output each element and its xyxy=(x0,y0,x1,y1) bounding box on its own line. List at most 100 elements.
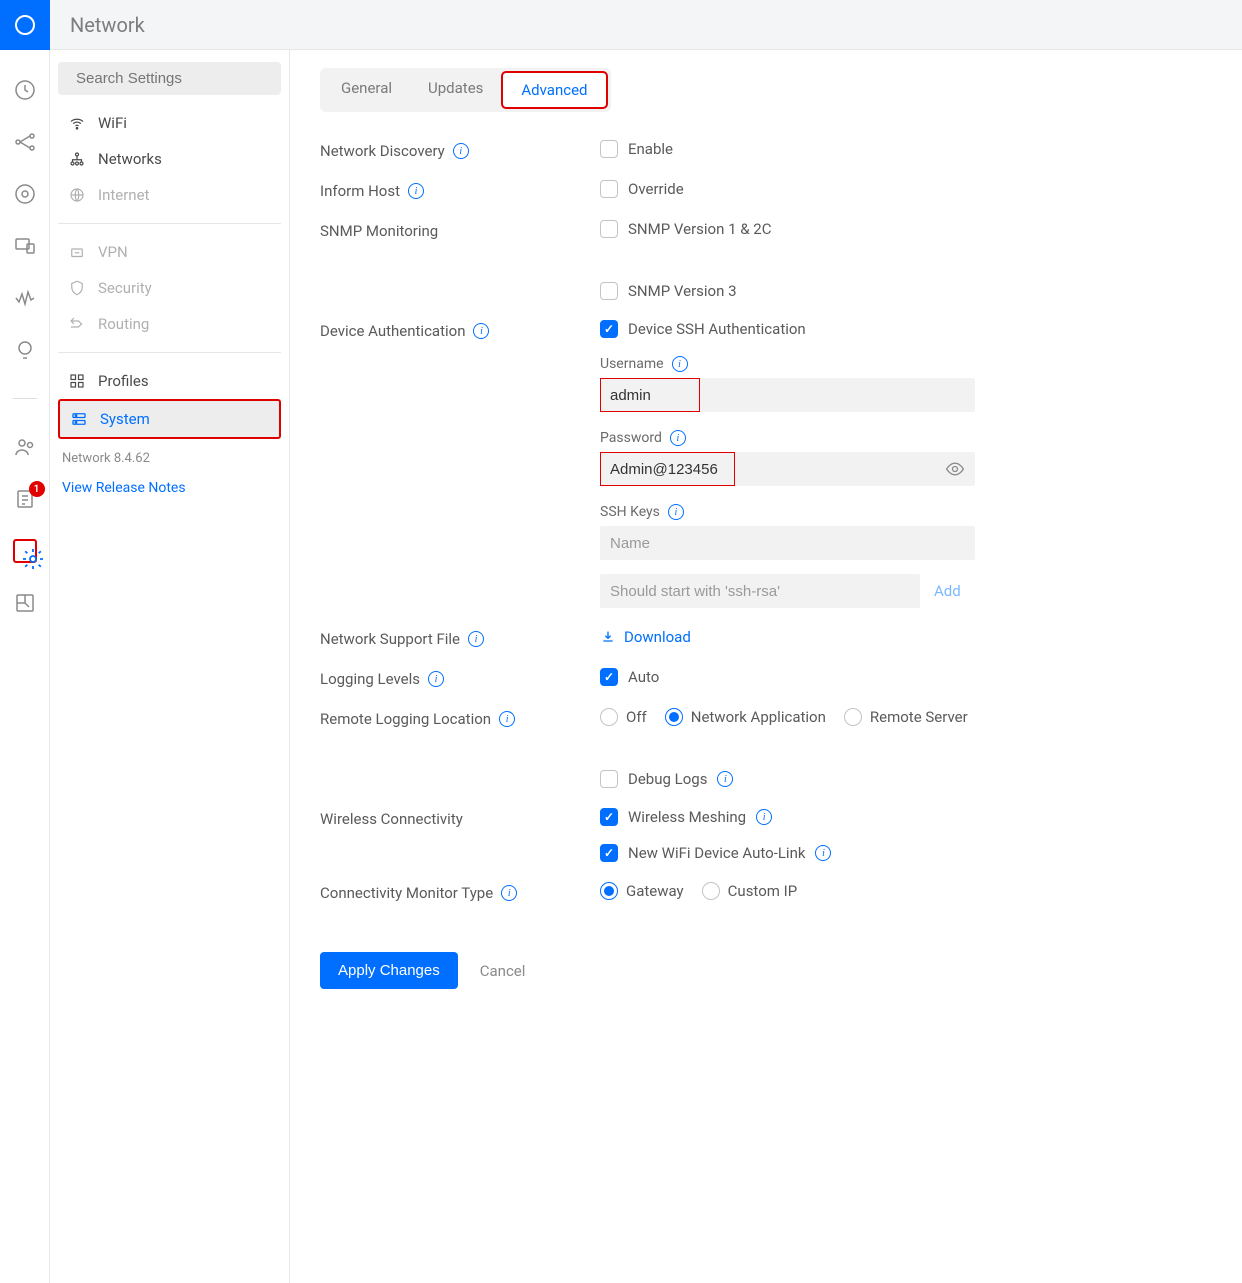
clients-icon[interactable] xyxy=(13,234,37,258)
info-icon[interactable] xyxy=(428,671,444,687)
sidebar-item-wifi[interactable]: WiFi xyxy=(58,105,281,141)
tabs: General Updates Advanced xyxy=(320,68,611,112)
checkbox-auto[interactable] xyxy=(600,668,618,686)
info-icon[interactable] xyxy=(717,771,733,787)
download-link[interactable]: Download xyxy=(600,628,691,646)
icon-rail: 1 xyxy=(0,0,50,1283)
label-password: Password xyxy=(600,430,662,446)
label-inform-host: Inform Host xyxy=(320,182,400,200)
info-icon[interactable] xyxy=(668,504,684,520)
option-snmp-v3: SNMP Version 3 xyxy=(628,282,737,300)
sidebar-item-label: Networks xyxy=(98,150,162,168)
sidebar-item-label: Routing xyxy=(98,315,149,333)
radio-network-app[interactable] xyxy=(665,708,683,726)
tab-updates[interactable]: Updates xyxy=(410,71,501,109)
info-icon[interactable] xyxy=(815,845,831,861)
info-icon[interactable] xyxy=(756,809,772,825)
sidebar-item-internet[interactable]: Internet xyxy=(58,177,281,213)
radio-remote-server[interactable] xyxy=(844,708,862,726)
info-icon[interactable] xyxy=(468,631,484,647)
info-icon[interactable] xyxy=(672,356,688,372)
eye-icon[interactable] xyxy=(945,459,965,479)
checkbox-override[interactable] xyxy=(600,180,618,198)
checkbox-snmp-v12c[interactable] xyxy=(600,220,618,238)
users-icon[interactable] xyxy=(13,435,37,459)
sidebar-item-system[interactable]: System xyxy=(58,399,281,439)
label-logging-levels: Logging Levels xyxy=(320,670,420,688)
username-input[interactable] xyxy=(600,378,975,412)
option-enable: Enable xyxy=(628,140,673,158)
add-sshkey-link[interactable]: Add xyxy=(934,582,961,600)
label-conn-monitor: Connectivity Monitor Type xyxy=(320,884,493,902)
sidebar-item-security[interactable]: Security xyxy=(58,270,281,306)
sidebar-item-label: WiFi xyxy=(98,114,127,132)
option-override: Override xyxy=(628,180,684,198)
dashboard-icon[interactable] xyxy=(13,78,37,102)
lightbulb-icon[interactable] xyxy=(13,338,37,362)
routing-icon xyxy=(68,315,86,333)
option-custom-ip: Custom IP xyxy=(728,882,798,900)
wifi-icon xyxy=(68,114,86,132)
tab-advanced[interactable]: Advanced xyxy=(501,71,607,109)
label-network-discovery: Network Discovery xyxy=(320,142,445,160)
sidebar-item-networks[interactable]: Networks xyxy=(58,141,281,177)
sidebar-item-label: VPN xyxy=(98,243,128,261)
separator xyxy=(58,352,281,353)
info-icon[interactable] xyxy=(408,183,424,199)
info-icon[interactable] xyxy=(473,323,489,339)
sidebar-item-vpn[interactable]: VPN xyxy=(58,234,281,270)
radio-gateway[interactable] xyxy=(600,882,618,900)
page-title: Network xyxy=(50,0,1242,50)
label-wireless: Wireless Connectivity xyxy=(320,810,463,828)
radio-off[interactable] xyxy=(600,708,618,726)
option-debug-logs: Debug Logs xyxy=(628,770,707,788)
info-icon[interactable] xyxy=(501,885,517,901)
topology-icon[interactable] xyxy=(13,130,37,154)
sidebar-item-profiles[interactable]: Profiles xyxy=(58,363,281,399)
tab-general[interactable]: General xyxy=(323,71,410,109)
password-input[interactable] xyxy=(600,452,975,486)
grid-icon xyxy=(68,372,86,390)
settings-sidebar: WiFi Networks Internet VPN Securi xyxy=(50,50,290,1283)
unifi-logo[interactable] xyxy=(0,0,50,50)
cancel-button[interactable]: Cancel xyxy=(480,962,526,980)
checkbox-ssh-auth[interactable] xyxy=(600,320,618,338)
system-icon xyxy=(70,410,88,428)
sidebar-item-label: Internet xyxy=(98,186,149,204)
settings-icon[interactable] xyxy=(13,539,37,563)
option-network-app: Network Application xyxy=(691,708,826,726)
sidebar-item-routing[interactable]: Routing xyxy=(58,306,281,342)
option-off: Off xyxy=(626,708,647,726)
label-remote-logging: Remote Logging Location xyxy=(320,710,491,728)
badge: 1 xyxy=(29,481,45,497)
checkbox-autolink[interactable] xyxy=(600,844,618,862)
insights-icon[interactable] xyxy=(13,286,37,310)
checkbox-debug-logs[interactable] xyxy=(600,770,618,788)
option-gateway: Gateway xyxy=(626,882,684,900)
notes-icon[interactable]: 1 xyxy=(13,487,37,511)
separator xyxy=(13,398,37,399)
apply-changes-button[interactable]: Apply Changes xyxy=(320,952,458,989)
sshkey-value-input[interactable] xyxy=(600,574,920,608)
option-auto: Auto xyxy=(628,668,659,686)
separator xyxy=(58,223,281,224)
sidebar-item-label: Security xyxy=(98,279,152,297)
info-icon[interactable] xyxy=(453,143,469,159)
label-sshkeys: SSH Keys xyxy=(600,504,660,520)
radio-custom-ip[interactable] xyxy=(702,882,720,900)
floorplan-icon[interactable] xyxy=(13,591,37,615)
version-text: Network 8.4.62 xyxy=(58,451,281,466)
option-meshing: Wireless Meshing xyxy=(628,808,746,826)
devices-icon[interactable] xyxy=(13,182,37,206)
checkbox-meshing[interactable] xyxy=(600,808,618,826)
checkbox-snmp-v3[interactable] xyxy=(600,282,618,300)
sshkey-name-input[interactable] xyxy=(600,526,975,560)
globe-icon xyxy=(68,186,86,204)
main-content: General Updates Advanced Network Discove… xyxy=(290,50,1242,1283)
checkbox-enable[interactable] xyxy=(600,140,618,158)
info-icon[interactable] xyxy=(499,711,515,727)
release-notes-link[interactable]: View Release Notes xyxy=(58,480,281,496)
search-input[interactable] xyxy=(58,62,281,95)
download-icon xyxy=(600,629,616,645)
info-icon[interactable] xyxy=(670,430,686,446)
